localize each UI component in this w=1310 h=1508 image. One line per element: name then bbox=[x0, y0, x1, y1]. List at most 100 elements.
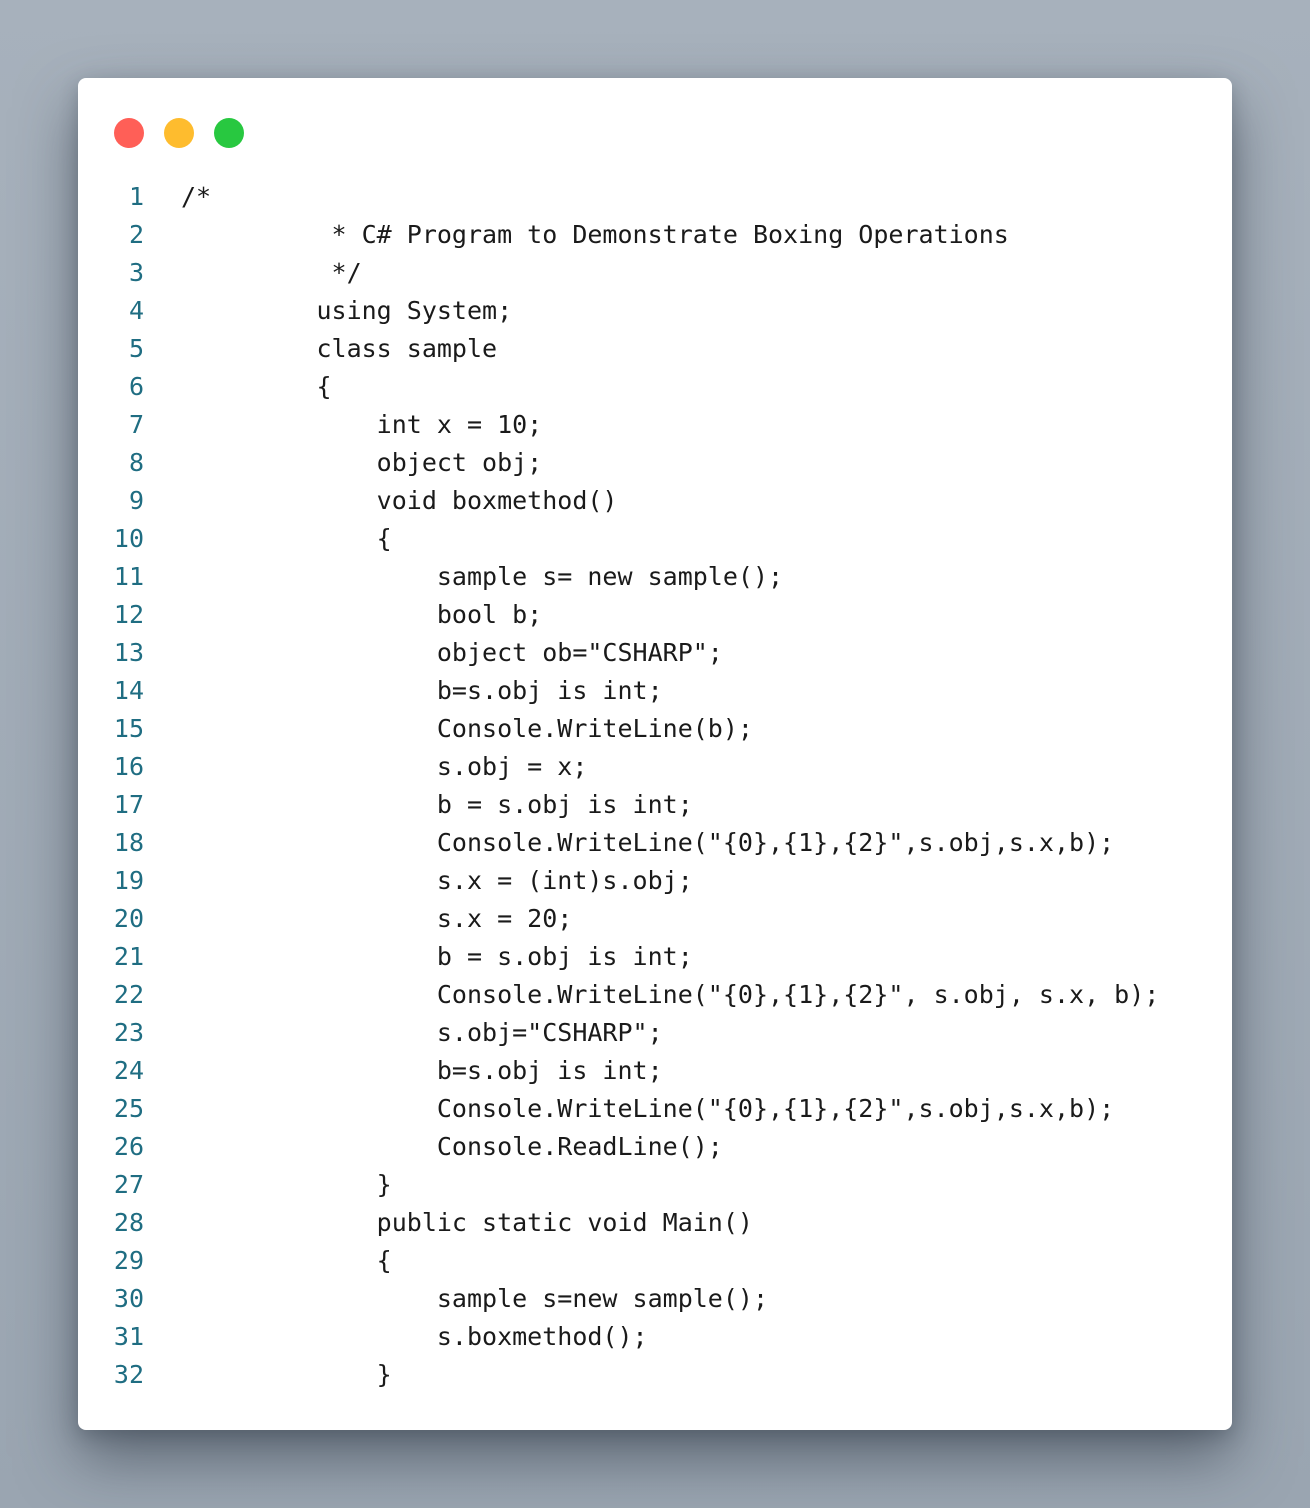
code-text: Console.WriteLine(b); bbox=[181, 714, 753, 743]
line-number: 15 bbox=[113, 714, 144, 743]
code-text: Console.WriteLine("{0},{1},{2}",s.obj,s.… bbox=[181, 828, 1115, 857]
code-line: 11 sample s= new sample(); bbox=[78, 558, 1232, 596]
code-line: 5 class sample bbox=[78, 330, 1232, 368]
line-number: 16 bbox=[113, 752, 144, 781]
zoom-button[interactable] bbox=[214, 118, 244, 148]
code-line: 3 */ bbox=[78, 254, 1232, 292]
line-number: 32 bbox=[113, 1360, 144, 1389]
line-number: 3 bbox=[128, 258, 144, 287]
line-number: 1 bbox=[128, 182, 144, 211]
code-text: } bbox=[181, 1170, 392, 1199]
line-number: 17 bbox=[113, 790, 144, 819]
line-number: 19 bbox=[113, 866, 144, 895]
code-line: 18 Console.WriteLine("{0},{1},{2}",s.obj… bbox=[78, 824, 1232, 862]
code-line: 24 b=s.obj is int; bbox=[78, 1052, 1232, 1090]
code-text: using System; bbox=[181, 296, 513, 325]
line-number: 27 bbox=[113, 1170, 144, 1199]
code-line: 4 using System; bbox=[78, 292, 1232, 330]
line-number: 14 bbox=[113, 676, 144, 705]
code-text: s.obj="CSHARP"; bbox=[181, 1018, 663, 1047]
line-number: 11 bbox=[113, 562, 144, 591]
line-number: 18 bbox=[113, 828, 144, 857]
code-line: 21 b = s.obj is int; bbox=[78, 938, 1232, 976]
code-text: Console.WriteLine("{0},{1},{2}", s.obj, … bbox=[181, 980, 1160, 1009]
line-number: 26 bbox=[113, 1132, 144, 1161]
code-editor[interactable]: 1 /* 2 * C# Program to Demonstrate Boxing … bbox=[78, 178, 1232, 1394]
code-text: s.x = (int)s.obj; bbox=[181, 866, 693, 895]
code-text: void boxmethod() bbox=[181, 486, 618, 515]
code-text: { bbox=[181, 372, 332, 401]
code-line: 28 public static void Main() bbox=[78, 1204, 1232, 1242]
code-line: 2 * C# Program to Demonstrate Boxing Ope… bbox=[78, 216, 1232, 254]
code-text: { bbox=[181, 524, 392, 553]
line-number: 7 bbox=[128, 410, 144, 439]
code-line: 26 Console.ReadLine(); bbox=[78, 1128, 1232, 1166]
code-text: b=s.obj is int; bbox=[181, 676, 663, 705]
code-text: s.boxmethod(); bbox=[181, 1322, 648, 1351]
line-number: 8 bbox=[128, 448, 144, 477]
line-number: 20 bbox=[113, 904, 144, 933]
line-number: 25 bbox=[113, 1094, 144, 1123]
line-number: 31 bbox=[113, 1322, 144, 1351]
line-number: 21 bbox=[113, 942, 144, 971]
line-number: 2 bbox=[128, 220, 144, 249]
code-line: 17 b = s.obj is int; bbox=[78, 786, 1232, 824]
code-text: int x = 10; bbox=[181, 410, 543, 439]
code-text: s.obj = x; bbox=[181, 752, 588, 781]
line-number: 5 bbox=[128, 334, 144, 363]
line-number: 12 bbox=[113, 600, 144, 629]
code-line: 20 s.x = 20; bbox=[78, 900, 1232, 938]
code-text: b=s.obj is int; bbox=[181, 1056, 663, 1085]
code-line: 25 Console.WriteLine("{0},{1},{2}",s.obj… bbox=[78, 1090, 1232, 1128]
code-text: * C# Program to Demonstrate Boxing Opera… bbox=[181, 220, 1009, 249]
code-line: 7 int x = 10; bbox=[78, 406, 1232, 444]
code-line: 29 { bbox=[78, 1242, 1232, 1280]
code-text: object ob="CSHARP"; bbox=[181, 638, 723, 667]
window-controls bbox=[114, 118, 244, 148]
line-number: 30 bbox=[113, 1284, 144, 1313]
code-text: /* bbox=[181, 182, 212, 211]
code-text: public static void Main() bbox=[181, 1208, 753, 1237]
code-line: 31 s.boxmethod(); bbox=[78, 1318, 1232, 1356]
code-line: 27 } bbox=[78, 1166, 1232, 1204]
code-line: 9 void boxmethod() bbox=[78, 482, 1232, 520]
line-number: 10 bbox=[113, 524, 144, 553]
code-text: } bbox=[181, 1360, 392, 1389]
close-button[interactable] bbox=[114, 118, 144, 148]
code-text: { bbox=[181, 1246, 392, 1275]
line-number: 13 bbox=[113, 638, 144, 667]
line-number: 22 bbox=[113, 980, 144, 1009]
code-line: 14 b=s.obj is int; bbox=[78, 672, 1232, 710]
code-text: bool b; bbox=[181, 600, 543, 629]
code-line: 32 } bbox=[78, 1356, 1232, 1394]
code-text: sample s= new sample(); bbox=[181, 562, 784, 591]
line-number: 23 bbox=[113, 1018, 144, 1047]
code-text: class sample bbox=[181, 334, 498, 363]
code-line: 22 Console.WriteLine("{0},{1},{2}", s.ob… bbox=[78, 976, 1232, 1014]
code-text: b = s.obj is int; bbox=[181, 942, 693, 971]
code-text: Console.ReadLine(); bbox=[181, 1132, 723, 1161]
code-text: Console.WriteLine("{0},{1},{2}",s.obj,s.… bbox=[181, 1094, 1115, 1123]
code-text: b = s.obj is int; bbox=[181, 790, 693, 819]
code-window: 1 /* 2 * C# Program to Demonstrate Boxing … bbox=[78, 78, 1232, 1430]
code-line: 13 object ob="CSHARP"; bbox=[78, 634, 1232, 672]
code-line: 23 s.obj="CSHARP"; bbox=[78, 1014, 1232, 1052]
minimize-button[interactable] bbox=[164, 118, 194, 148]
code-line: 15 Console.WriteLine(b); bbox=[78, 710, 1232, 748]
code-text: */ bbox=[181, 258, 362, 287]
code-line: 12 bool b; bbox=[78, 596, 1232, 634]
code-text: sample s=new sample(); bbox=[181, 1284, 768, 1313]
code-line: 16 s.obj = x; bbox=[78, 748, 1232, 786]
code-line: 8 object obj; bbox=[78, 444, 1232, 482]
code-line: 1 /* bbox=[78, 178, 1232, 216]
line-number: 4 bbox=[128, 296, 144, 325]
line-number: 29 bbox=[113, 1246, 144, 1275]
code-line: 10 { bbox=[78, 520, 1232, 558]
code-line: 6 { bbox=[78, 368, 1232, 406]
line-number: 6 bbox=[128, 372, 144, 401]
line-number: 9 bbox=[128, 486, 144, 515]
code-line: 19 s.x = (int)s.obj; bbox=[78, 862, 1232, 900]
line-number: 24 bbox=[113, 1056, 144, 1085]
code-text: object obj; bbox=[181, 448, 543, 477]
line-number: 28 bbox=[113, 1208, 144, 1237]
